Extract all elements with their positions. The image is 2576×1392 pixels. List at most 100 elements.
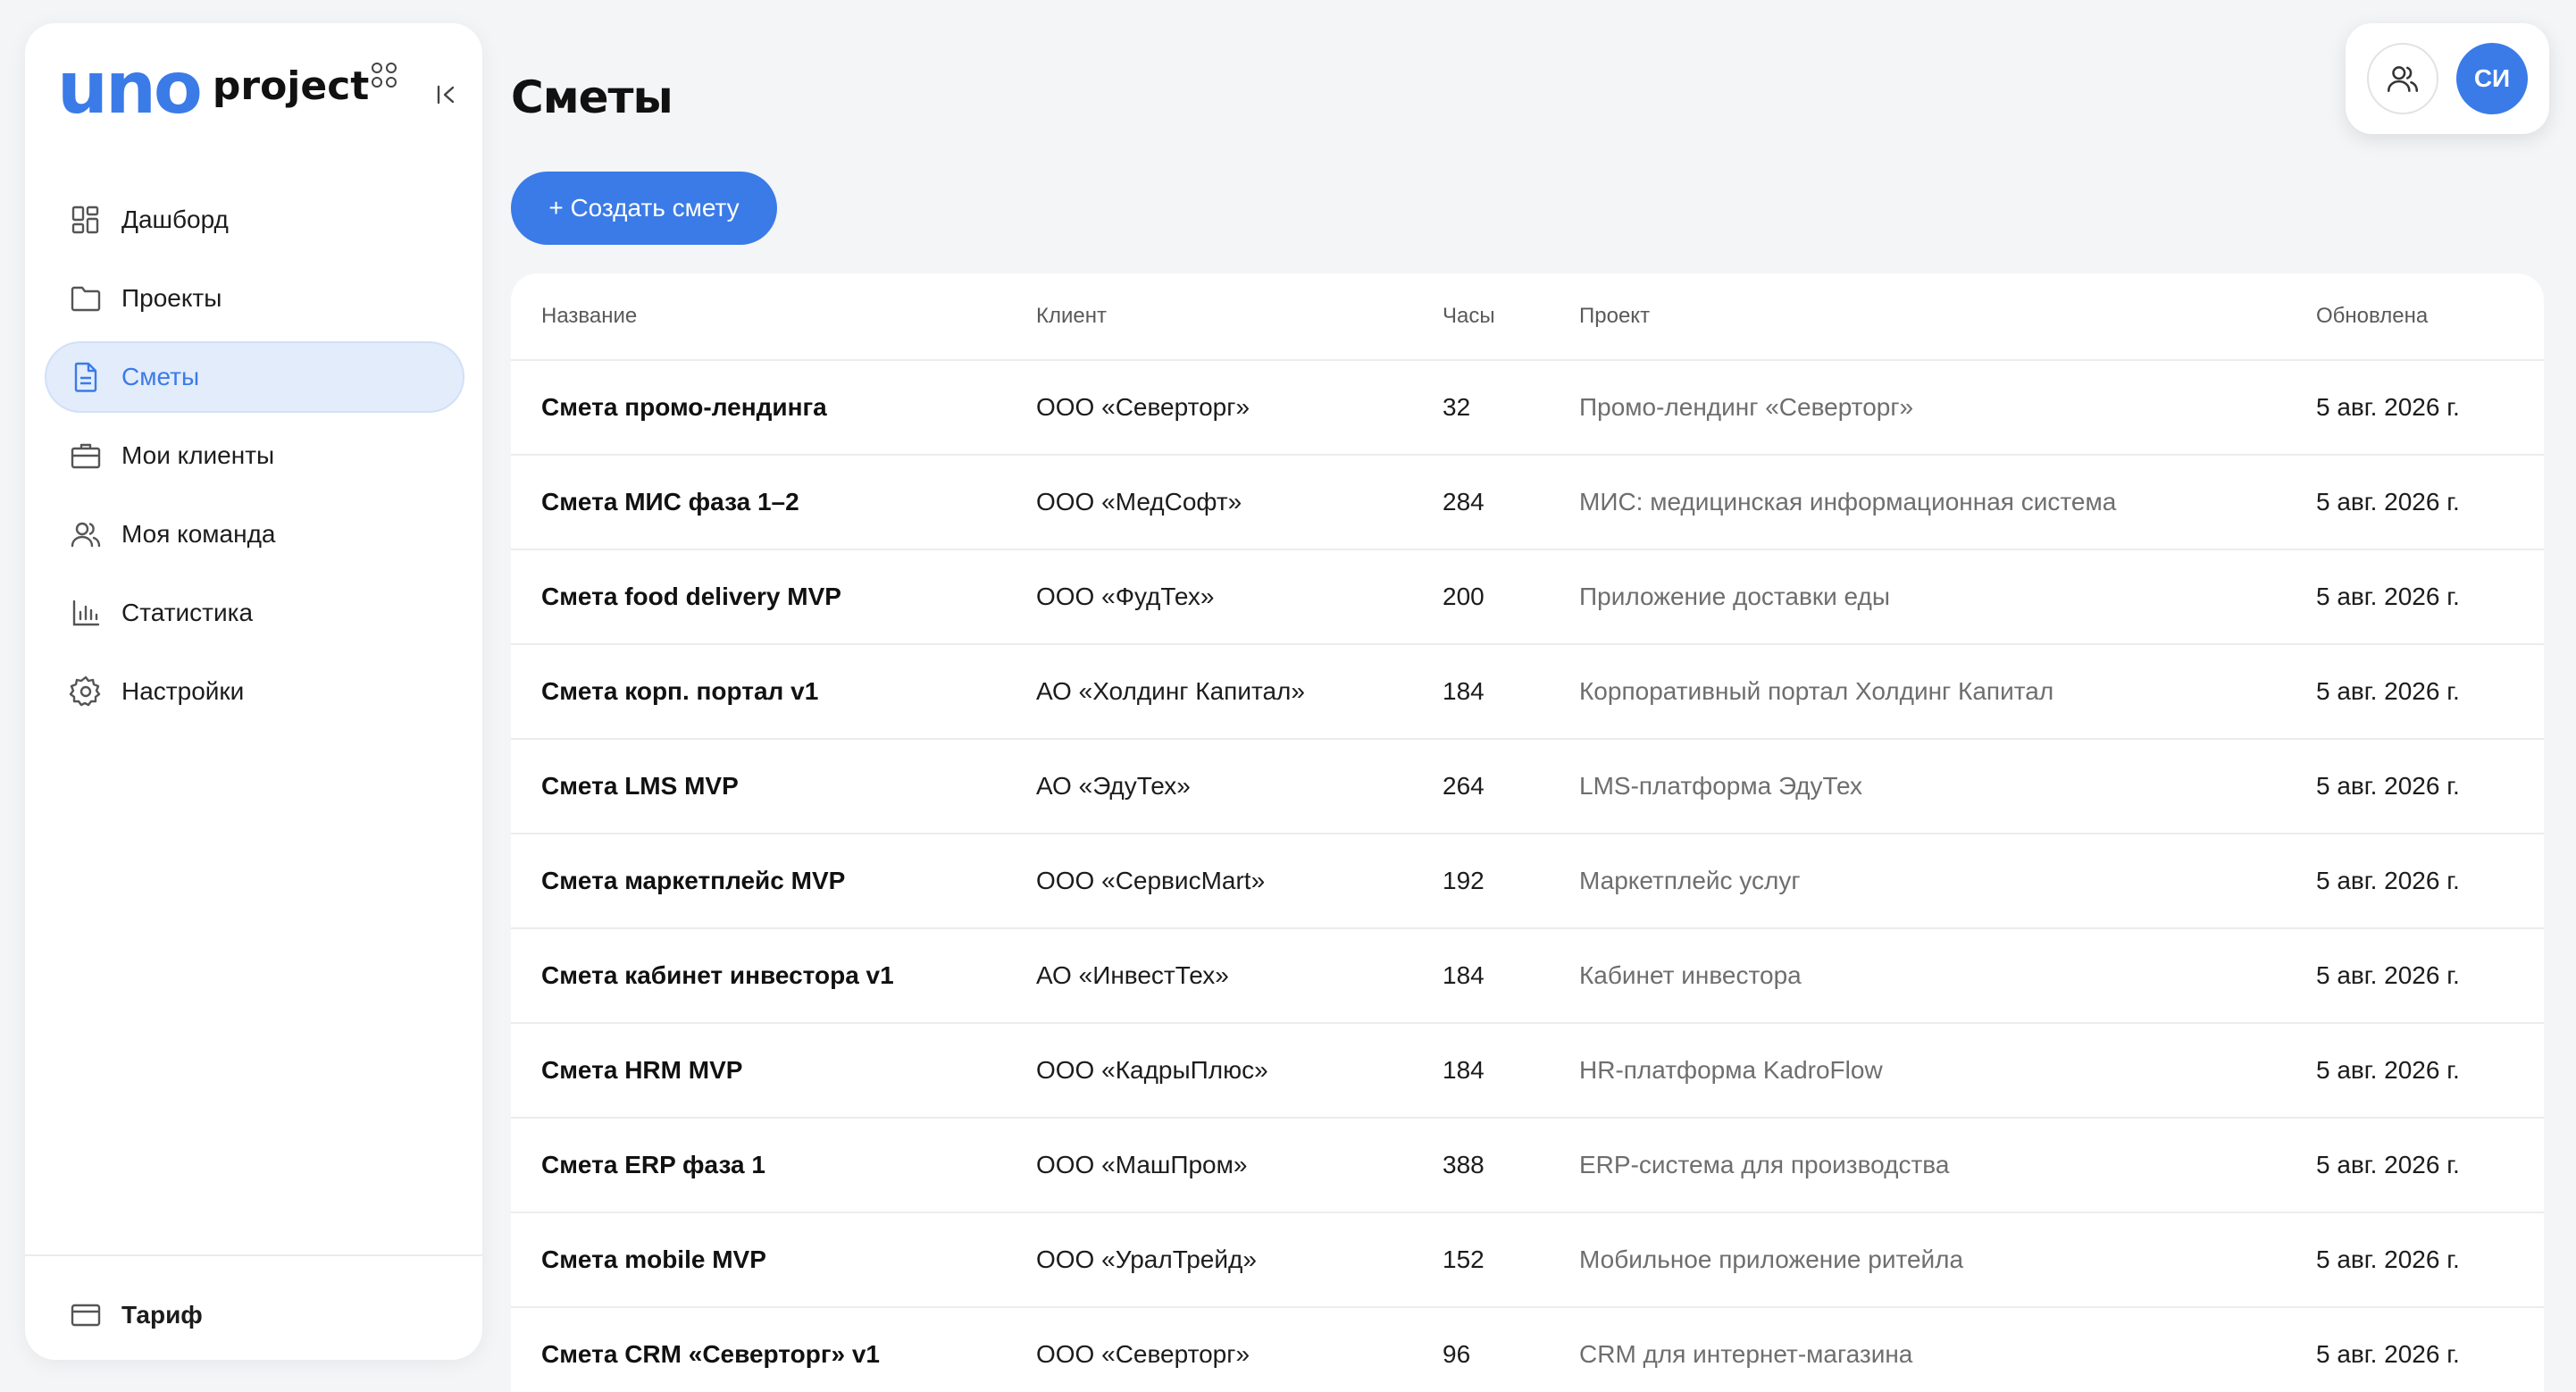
column-header-name[interactable]: Название (541, 304, 637, 329)
cell-name: Смета HRM MVP (541, 1056, 743, 1084)
cell-name: Смета маркетплейс MVP (541, 867, 846, 894)
sidebar-item-projects[interactable]: Проекты (45, 263, 464, 334)
cell-client: ООО «МашПром» (1036, 1151, 1248, 1178)
cell-updated: 5 авг. 2026 г. (2316, 961, 2460, 989)
cell-project: Промо-лендинг «Северторг» (1579, 393, 1914, 421)
cell-name: Смета промо-лендинга (541, 393, 827, 421)
create-estimate-button[interactable]: + Создать смету (511, 172, 777, 245)
sidebar-item-statistics[interactable]: Статистика (45, 577, 464, 649)
cell-name: Смета CRM «Северторг» v1 (541, 1340, 880, 1368)
cell-project: Маркетплейс услуг (1579, 867, 1801, 894)
table-row[interactable]: Смета mobile MVP ООО «УралТрейд» 152 Моб… (511, 1213, 2544, 1308)
cell-hours: 264 (1443, 772, 1485, 800)
cell-project: HR-платформа KadroFlow (1579, 1056, 1883, 1084)
sidebar-item-label: Мои клиенты (121, 441, 275, 469)
cell-hours: 200 (1443, 583, 1485, 610)
cell-name: Смета LMS MVP (541, 772, 739, 800)
sidebar-divider (25, 1254, 482, 1256)
cell-project: Кабинет инвестора (1579, 961, 1802, 989)
table-row[interactable]: Смета МИС фаза 1–2 ООО «МедСофт» 284 МИС… (511, 456, 2544, 550)
cell-updated: 5 авг. 2026 г. (2316, 1245, 2460, 1273)
cell-hours: 32 (1443, 393, 1471, 421)
cell-client: ООО «Северторг» (1036, 1340, 1250, 1368)
cell-name: Смета кабинет инвестора v1 (541, 961, 894, 989)
cell-hours: 96 (1443, 1340, 1471, 1368)
team-icon (2387, 66, 2419, 92)
column-header-project[interactable]: Проект (1579, 304, 1650, 329)
card-icon (68, 1297, 104, 1333)
cell-hours: 184 (1443, 961, 1485, 989)
cell-name: Смета mobile MVP (541, 1245, 766, 1273)
sidebar-item-label: Моя команда (121, 520, 276, 548)
cell-hours: 284 (1443, 488, 1485, 516)
cell-project: Корпоративный портал Холдинг Капитал (1579, 677, 2054, 705)
cell-hours: 192 (1443, 867, 1485, 894)
cell-updated: 5 авг. 2026 г. (2316, 393, 2460, 421)
cell-client: АО «ЭдуТех» (1036, 772, 1191, 800)
cell-project: Мобильное приложение ритейла (1579, 1245, 1964, 1273)
document-icon (68, 359, 104, 395)
table-row[interactable]: Смета food delivery MVP ООО «ФудТех» 200… (511, 550, 2544, 645)
table-row[interactable]: Смета CRM «Северторг» v1 ООО «Северторг»… (511, 1308, 2544, 1392)
sidebar-item-tariff[interactable]: Тариф (68, 1297, 203, 1333)
table-row[interactable]: Смета LMS MVP АО «ЭдуТех» 264 LMS-платфо… (511, 740, 2544, 834)
column-header-hours[interactable]: Часы (1443, 304, 1495, 329)
cell-updated: 5 авг. 2026 г. (2316, 772, 2460, 800)
brand-logo[interactable]: uno project (57, 48, 369, 129)
logo-product: project (212, 63, 370, 109)
sidebar-item-settings[interactable]: Настройки (45, 656, 464, 727)
page-title: Сметы (511, 71, 673, 123)
cell-client: ООО «УралТрейд» (1036, 1245, 1257, 1273)
cell-updated: 5 авг. 2026 г. (2316, 1056, 2460, 1084)
cell-name: Смета ERP фаза 1 (541, 1151, 765, 1178)
user-controls: СИ (2346, 23, 2549, 134)
apps-icon[interactable] (372, 63, 397, 88)
sidebar-nav: Дашборд Проекты Сметы Мои клиенты Моя ко… (45, 184, 464, 734)
table-row[interactable]: Смета корп. портал v1 АО «Холдинг Капита… (511, 645, 2544, 740)
cell-client: ООО «КадрыПлюс» (1036, 1056, 1268, 1084)
sidebar-item-dashboard[interactable]: Дашборд (45, 184, 464, 256)
cell-client: ООО «ФудТех» (1036, 583, 1215, 610)
cell-client: АО «ИнвестТех» (1036, 961, 1229, 989)
table-row[interactable]: Смета промо-лендинга ООО «Северторг» 32 … (511, 361, 2544, 456)
table-row[interactable]: Смета ERP фаза 1 ООО «МашПром» 388 ERP-с… (511, 1119, 2544, 1213)
cell-name: Смета МИС фаза 1–2 (541, 488, 799, 516)
briefcase-icon (68, 438, 104, 474)
collapse-sidebar-icon[interactable] (431, 79, 463, 111)
column-header-client[interactable]: Клиент (1036, 304, 1107, 329)
column-header-updated[interactable]: Обновлена (2316, 304, 2428, 329)
cell-hours: 184 (1443, 1056, 1485, 1084)
sidebar-item-estimates[interactable]: Сметы (45, 341, 464, 413)
avatar[interactable]: СИ (2456, 43, 2528, 114)
sidebar-item-clients[interactable]: Мои клиенты (45, 420, 464, 491)
table-row[interactable]: Смета HRM MVP ООО «КадрыПлюс» 184 HR-пла… (511, 1024, 2544, 1119)
cell-updated: 5 авг. 2026 г. (2316, 488, 2460, 516)
cell-client: ООО «МедСофт» (1036, 488, 1242, 516)
cell-updated: 5 авг. 2026 г. (2316, 677, 2460, 705)
sidebar-item-label: Статистика (121, 599, 254, 626)
team-button[interactable] (2367, 43, 2438, 114)
cell-project: Приложение доставки еды (1579, 583, 1890, 610)
sidebar: uno project Дашборд Проекты Сметы Мои кл… (25, 23, 482, 1360)
dashboard-icon (68, 202, 104, 238)
cell-project: МИС: медицинская информационная система (1579, 488, 2117, 516)
cell-project: ERP-система для производства (1579, 1151, 1950, 1178)
bar-chart-icon (68, 595, 104, 631)
cell-name: Смета корп. портал v1 (541, 677, 819, 705)
sidebar-item-team[interactable]: Моя команда (45, 499, 464, 570)
cell-hours: 388 (1443, 1151, 1485, 1178)
cell-updated: 5 авг. 2026 г. (2316, 867, 2460, 894)
table-row[interactable]: Смета маркетплейс MVP ООО «СервисMart» 1… (511, 834, 2544, 929)
cell-updated: 5 авг. 2026 г. (2316, 1340, 2460, 1368)
cell-client: ООО «СервисMart» (1036, 867, 1266, 894)
table-row[interactable]: Смета кабинет инвестора v1 АО «ИнвестТех… (511, 929, 2544, 1024)
sidebar-item-label: Настройки (121, 677, 245, 705)
sidebar-item-label: Тариф (121, 1301, 203, 1329)
logo-mark: uno (57, 46, 203, 130)
cell-client: АО «Холдинг Капитал» (1036, 677, 1305, 705)
folder-icon (68, 281, 104, 316)
cell-updated: 5 авг. 2026 г. (2316, 1151, 2460, 1178)
cell-project: CRM для интернет-магазина (1579, 1340, 1913, 1368)
sidebar-item-label: Дашборд (121, 205, 229, 233)
cell-project: LMS-платформа ЭдуТех (1579, 772, 1862, 800)
